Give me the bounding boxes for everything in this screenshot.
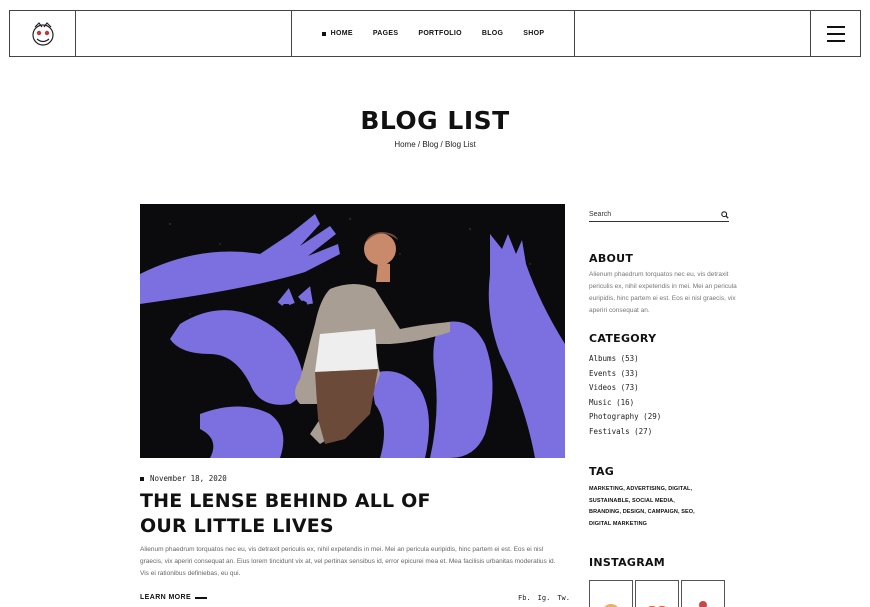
hamburger-menu-icon[interactable] [826,25,845,42]
share-twitter[interactable]: Tw. [557,594,570,602]
category-item[interactable]: Festivals (27) [589,425,661,440]
about-heading: ABOUT [589,252,634,265]
instagram-grid [589,580,725,607]
logo-icon[interactable] [28,19,58,49]
about-text: Alienum phaedrum torquatos nec eu, vis d… [589,271,737,314]
nav-blog[interactable]: BLOG [482,30,503,37]
menu-cell [811,11,860,56]
search-input[interactable]: Search [589,211,611,218]
category-item[interactable]: Albums (53) [589,352,661,367]
share-facebook[interactable]: Fb. [518,594,531,602]
post-title[interactable]: THE LENSE BEHIND ALL OF OUR LITTLE LIVES [140,489,470,539]
breadcrumb[interactable]: Home / Blog / Blog List [0,140,870,149]
search-icon[interactable] [721,210,729,219]
hands-illustration [140,204,565,458]
nav-portfolio[interactable]: PORTFOLIO [418,30,462,37]
nav-shop[interactable]: SHOP [523,30,544,37]
tag-heading: TAG [589,465,615,478]
instagram-thumb[interactable] [635,580,679,607]
logo-cell [10,11,76,56]
category-item[interactable]: Videos (73) [589,381,661,396]
category-item[interactable]: Photography (29) [589,410,661,425]
post-date: November 18, 2020 [140,474,227,483]
search-field[interactable]: Search [589,208,729,222]
category-item[interactable]: Music (16) [589,396,661,411]
nav-pages[interactable]: PAGES [373,30,399,37]
nav-home[interactable]: HOME [321,30,353,37]
page-title: BLOG LIST [360,106,510,135]
post-featured-image[interactable] [140,204,565,458]
instagram-thumb[interactable] [589,580,633,607]
site-header: HOME PAGES PORTFOLIO BLOG SHOP [9,10,861,57]
post-excerpt: Alienum phaedrum torquatos nec eu, vis d… [140,546,556,577]
category-item[interactable]: Events (33) [589,367,661,382]
read-more-link[interactable]: LEARN MORE [140,594,208,601]
tag-list[interactable]: MARKETING, ADVERTISING, DIGITAL, SUSTAIN… [589,484,701,530]
instagram-heading: INSTAGRAM [589,556,666,569]
category-list: Albums (53) Events (33) Videos (73) Musi… [589,352,661,439]
category-heading: CATEGORY [589,332,657,345]
active-indicator [321,31,326,36]
share-instagram[interactable]: Ig. [538,594,551,602]
instagram-thumb[interactable] [681,580,725,607]
main-nav: HOME PAGES PORTFOLIO BLOG SHOP [292,11,575,56]
share-links: Fb. Ig. Tw. [518,594,570,602]
